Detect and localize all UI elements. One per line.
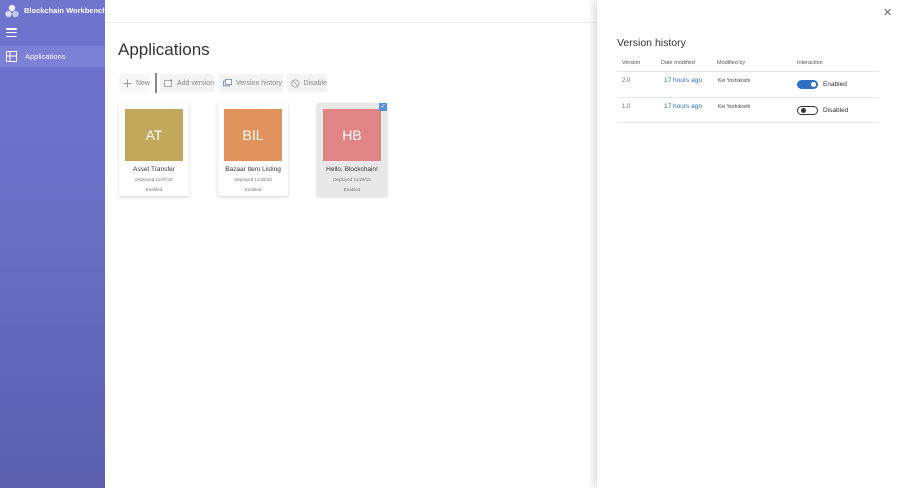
app-tile: BIL	[224, 109, 282, 161]
disable-icon	[291, 78, 300, 88]
add-version-icon	[164, 78, 173, 87]
panel-title: Version history	[617, 37, 686, 49]
add-version-label: Add version	[177, 79, 214, 87]
interaction-status: Disabled	[823, 106, 849, 114]
version-history-icon	[223, 78, 232, 86]
app-deployed-date: Deployed 11/07/18	[135, 177, 173, 182]
column-header-modified-by: Modified by	[717, 60, 746, 66]
interaction-toggle[interactable]	[797, 80, 818, 89]
app-card-asset-transfer[interactable]: AT Asset Transfer Deployed 11/07/18 Enab…	[119, 103, 189, 196]
add-version-button[interactable]: Add version	[160, 74, 214, 92]
version-history-table: Version Date modified Modified by Intera…	[617, 58, 879, 123]
row-version: 1.0	[622, 103, 631, 110]
app-name: Bazaar Item Listing	[225, 166, 281, 173]
version-history-panel: ✕ Version history Version Date modified …	[597, 0, 900, 488]
app-deployed-date: Deployed 11/28/18	[234, 177, 272, 182]
new-label: New	[135, 79, 150, 87]
app-status: Enabled	[343, 187, 361, 192]
toolbar-divider	[155, 73, 157, 93]
sidebar-item-applications[interactable]: Applications	[0, 46, 105, 67]
app-deployed-date: Deployed 11/28/18	[333, 177, 371, 182]
table-row: 1.0 17 hours ago Kei Yoshikoshi Disabled	[617, 98, 879, 123]
interaction-status: Enabled	[823, 81, 847, 88]
app-tile: HB	[323, 109, 381, 161]
column-header-interaction: Interaction	[797, 60, 823, 66]
sidebar-item-label: Applications	[25, 52, 66, 61]
column-header-date-modified: Date modified	[661, 60, 695, 66]
applications-icon	[6, 51, 17, 62]
app-card-bazaar-item-listing[interactable]: BIL Bazaar Item Listing Deployed 11/28/1…	[218, 103, 288, 196]
app-title: Blockchain Workbench	[24, 6, 107, 15]
plus-icon	[123, 79, 132, 87]
app-name: Asset Transfer	[133, 166, 175, 173]
app-status: Enabled	[244, 187, 262, 192]
app-initials: BIL	[242, 127, 264, 143]
app-status: Enabled	[145, 187, 163, 192]
row-date-link[interactable]: 17 hours ago	[664, 103, 702, 110]
app-card-hello-blockchain[interactable]: HB ✓ Hello, Blockchain! Deployed 11/28/1…	[317, 103, 387, 196]
row-version: 2.0	[622, 78, 631, 84]
app-header: Blockchain Workbench	[0, 0, 107, 22]
menu-toggle-icon[interactable]	[6, 28, 17, 38]
app-name: Hello, Blockchain!	[326, 166, 378, 173]
table-row: 2.0 17 hours ago Kei Yoshikoshi Enabled	[617, 72, 879, 98]
disable-label: Disable	[303, 79, 327, 87]
sidebar: Blockchain Workbench Applications	[0, 0, 107, 488]
app-initials: HB	[342, 127, 362, 143]
version-history-button[interactable]: Version history	[219, 74, 283, 92]
header-divider	[105, 22, 598, 23]
disable-button[interactable]: Disable	[287, 74, 327, 92]
version-history-label: Version history	[236, 79, 282, 87]
table-header: Version Date modified Modified by Intera…	[617, 58, 879, 72]
row-modified-by: Kei Yoshikoshi	[718, 103, 751, 110]
close-icon[interactable]: ✕	[883, 6, 892, 19]
new-button[interactable]: New	[119, 74, 150, 92]
app-initials: AT	[145, 127, 163, 143]
row-date-link[interactable]: 17 hours ago	[664, 77, 702, 84]
interaction-toggle[interactable]	[797, 105, 818, 115]
page-title: Applications	[118, 40, 210, 59]
blockchain-logo-icon	[5, 4, 19, 18]
app-tile: AT	[125, 109, 183, 161]
column-header-version: Version	[622, 60, 641, 66]
row-modified-by: Kei Yoshikoshi	[718, 78, 751, 84]
selected-checkmark-icon[interactable]: ✓	[379, 103, 387, 111]
